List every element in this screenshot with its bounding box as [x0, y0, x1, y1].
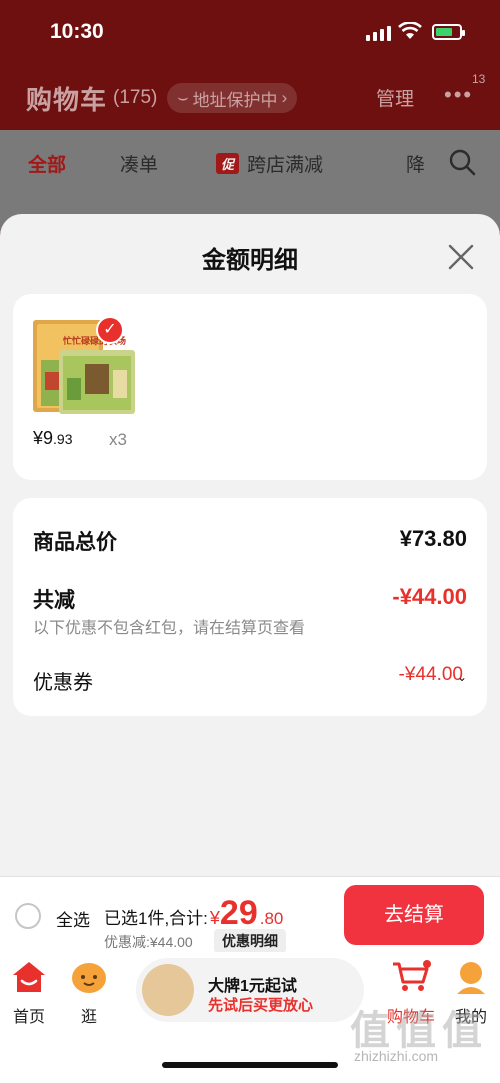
cart-title: 购物车	[26, 84, 108, 115]
reduction-label: 共减	[33, 589, 75, 612]
item-quantity: x3	[109, 430, 127, 449]
search-icon[interactable]	[448, 148, 476, 176]
nav-home-label: 首页	[12, 1009, 45, 1026]
item-price-int: ¥9	[33, 428, 54, 448]
checkout-button[interactable]: 去结算	[344, 885, 484, 945]
trial-banner[interactable]: 大牌1元起试 先试后买更放心	[136, 958, 364, 1022]
home-icon	[13, 962, 45, 992]
wifi-icon	[398, 22, 422, 39]
total-currency: ¥	[209, 908, 220, 928]
profile-mascot-icon	[457, 962, 485, 994]
tab-all[interactable]: 全部	[28, 150, 66, 177]
cart-tabs: 全部 凑单 促跨店满减 降	[0, 140, 500, 184]
promo-tag: 促	[216, 153, 240, 174]
tab-cross-store[interactable]: 促跨店满减	[216, 150, 323, 177]
summary-card: 商品总价 ¥73.80 共减 -¥44.00 以下优惠不包含红包，请在结算页查看…	[13, 498, 487, 716]
coupon-label: 优惠券	[33, 672, 93, 694]
chevron-right-icon: ›	[281, 88, 288, 107]
item-price-dec: .93	[53, 431, 73, 447]
item-price: ¥9.93	[33, 428, 73, 449]
reduction-note: 以下优惠不包含红包，请在结算页查看	[33, 620, 306, 637]
discount-detail-button[interactable]: 优惠明细	[214, 929, 286, 953]
cart-count: (175)	[113, 87, 158, 108]
sheet-title: 金额明细	[202, 247, 298, 274]
cart-title-group: 购物车 (175) ⌣ 地址保护中 ›	[26, 78, 298, 118]
nav-browse-label: 逛	[80, 1009, 97, 1026]
tab-cross-store-label: 跨店满减	[247, 155, 324, 176]
browse-mascot-icon	[72, 963, 106, 993]
close-icon[interactable]	[446, 242, 476, 272]
banner-line1: 大牌1元起试	[208, 978, 297, 995]
banner-product-image	[142, 964, 194, 1016]
selected-total: 已选1件,合计: ¥ 29 .80	[104, 894, 284, 932]
status-bar: 10:30	[0, 0, 500, 62]
total-price-label: 商品总价	[33, 531, 117, 554]
nav-home[interactable]: 首页	[4, 960, 54, 1027]
select-all-radio[interactable]	[15, 903, 41, 929]
selected-text: 已选1件,合计:	[104, 909, 208, 928]
amount-detail-sheet: 金额明细 忙忙碌碌的农场 ✓ ¥9.93 x3 商品总价 ¥73.80 共减 -…	[0, 214, 500, 876]
status-time: 10:30	[50, 20, 104, 43]
watermark-url: zhizhizhi.com	[354, 1048, 439, 1064]
discount-line: 优惠减:¥44.00	[104, 934, 193, 950]
manage-button[interactable]: 管理	[376, 84, 414, 111]
item-card: 忙忙碌碌的农场 ✓ ¥9.93 x3	[13, 294, 487, 480]
truck-icon: ⌣	[177, 88, 189, 107]
tab-bundle[interactable]: 凑单	[120, 150, 158, 177]
total-price-value: ¥73.80	[399, 526, 467, 551]
more-icon[interactable]: •••	[444, 82, 473, 108]
reduction-value: -¥44.00	[392, 584, 467, 609]
select-all-label[interactable]: 全选	[56, 906, 90, 931]
total-integer: 29	[219, 894, 258, 932]
total-decimal: .80	[259, 909, 284, 928]
cart-icon	[393, 960, 431, 991]
nav-browse[interactable]: 逛	[64, 960, 114, 1027]
coupon-value[interactable]: -¥44.00	[399, 664, 463, 686]
home-indicator[interactable]	[162, 1062, 338, 1068]
address-protection-label: 地址保护中	[192, 90, 278, 110]
banner-line2: 先试后买更放心	[208, 997, 314, 1014]
address-protection-pill[interactable]: ⌣ 地址保护中 ›	[167, 83, 298, 113]
checkout-bar: 全选 已选1件,合计: ¥ 29 .80 优惠减:¥44.00 优惠明细 去结算	[0, 876, 500, 953]
cellular-signal-icon	[366, 26, 391, 41]
tab-price-drop[interactable]: 降	[406, 150, 425, 177]
battery-icon	[432, 24, 465, 40]
chevron-down-icon[interactable]: ⌄	[457, 670, 467, 684]
more-badge: 13	[472, 72, 486, 86]
selected-check-icon: ✓	[96, 316, 124, 344]
